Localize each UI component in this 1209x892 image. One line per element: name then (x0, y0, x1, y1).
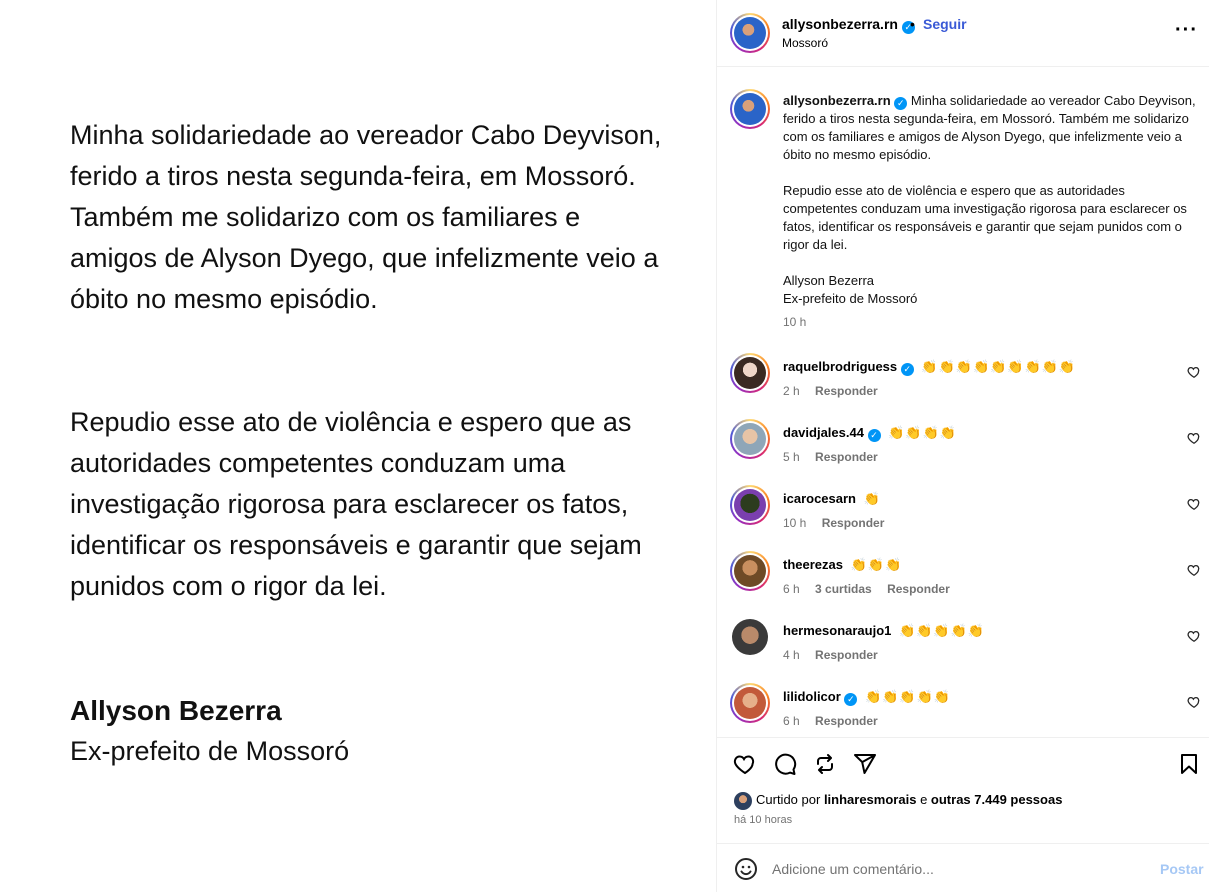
post-header: allysonbezerra.rn ✓ • Seguir Mossoró ··· (717, 0, 1209, 67)
liker-username[interactable]: linharesmorais (824, 792, 917, 807)
comment-item: icarocesarn 👏 10 h Responder (717, 481, 1209, 547)
commenter-avatar[interactable] (730, 617, 770, 657)
comment-bubble-icon[interactable] (773, 752, 797, 776)
comment-like-heart-icon[interactable] (1187, 695, 1201, 709)
comment-like-heart-icon[interactable] (1187, 563, 1201, 577)
comment-input[interactable] (772, 858, 1142, 880)
post-paragraph-2: Repudio esse ato de violência e espero q… (70, 407, 642, 601)
comment-item: theerezas 👏👏👏 6 h 3 curtidas Responder (717, 547, 1209, 613)
comment-body: davidjales.44 ✓ 👏👏👏👏 (783, 424, 957, 442)
verified-badge-icon: ✓ (900, 363, 914, 376)
caption-line-4: Ex-prefeito de Mossoró (783, 291, 918, 306)
comment-item: davidjales.44 ✓ 👏👏👏👏 5 h Responder (717, 415, 1209, 481)
commenter-avatar[interactable] (730, 353, 770, 393)
add-comment-bar: Postar (717, 843, 1209, 892)
caption-line-2: Repudio esse ato de violência e espero q… (783, 183, 1187, 252)
likes-summary: Curtido por linharesmorais e outras 7.44… (734, 791, 1062, 811)
comment-body: lilidolicor ✓ 👏👏👏👏👏 (783, 688, 951, 706)
verified-badge-icon: ✓ (844, 693, 858, 706)
comment-item: hermesonaraujo1 👏👏👏👏👏 4 h Responder (717, 613, 1209, 679)
caption-username[interactable]: allysonbezerra.rn (783, 93, 891, 108)
commenter-username[interactable]: davidjales.44 (783, 425, 864, 440)
post-location[interactable]: Mossoró (782, 35, 828, 51)
commenter-username[interactable]: icarocesarn (783, 491, 856, 506)
reply-button[interactable]: Responder (887, 582, 950, 596)
author-username[interactable]: allysonbezerra.rn ✓ (782, 15, 915, 34)
reply-button[interactable]: Responder (822, 516, 885, 530)
verified-badge-icon: ✓ (867, 429, 881, 442)
comment-text: 👏 (863, 491, 881, 506)
comment-text: 👏👏👏👏 (888, 425, 957, 440)
share-send-icon[interactable] (853, 752, 877, 776)
commenter-avatar[interactable] (730, 485, 770, 525)
likes-others-link[interactable]: outras 7.449 pessoas (931, 792, 1063, 807)
post-comment-button[interactable]: Postar (1160, 861, 1204, 877)
post-signature-name: Allyson Bezerra (70, 695, 282, 726)
comment-meta: 5 h Responder (783, 449, 878, 465)
like-heart-icon[interactable] (733, 752, 757, 776)
reply-button[interactable]: Responder (815, 714, 878, 728)
commenter-username[interactable]: lilidolicor (783, 689, 841, 704)
comment-meta: 6 h 3 curtidas Responder (783, 581, 950, 597)
comment-text: 👏👏👏👏👏 (865, 689, 951, 704)
comment-body: raquelbrodriguess ✓ 👏👏👏👏👏👏👏👏👏 (783, 358, 1076, 376)
commenter-avatar[interactable] (730, 551, 770, 591)
post-signature-role: Ex-prefeito de Mossoró (70, 736, 350, 766)
commenter-username[interactable]: theerezas (783, 557, 843, 572)
comment-body: hermesonaraujo1 👏👏👏👏👏 (783, 622, 985, 639)
emoji-picker-icon[interactable] (734, 857, 758, 881)
reply-button[interactable]: Responder (815, 384, 878, 398)
separator-dot: • (910, 16, 915, 32)
caption-time[interactable]: 10 h (783, 315, 806, 329)
comment-text: 👏👏👏👏👏👏👏👏👏 (921, 359, 1077, 374)
comment-like-heart-icon[interactable] (1187, 497, 1201, 511)
reply-button[interactable]: Responder (815, 450, 878, 464)
comment-time[interactable]: 6 h (783, 582, 800, 596)
comment-item: raquelbrodriguess ✓ 👏👏👏👏👏👏👏👏👏 2 h Respon… (717, 349, 1209, 415)
comment-likes-count[interactable]: 3 curtidas (815, 582, 872, 596)
commenter-avatar[interactable] (730, 419, 770, 459)
comment-meta: 10 h Responder (783, 515, 884, 531)
comment-time[interactable]: 5 h (783, 450, 800, 464)
comment-time[interactable]: 10 h (783, 516, 806, 530)
comment-text: 👏👏👏👏👏 (899, 623, 985, 638)
post-image: Minha solidariedade ao vereador Cabo Dey… (0, 0, 716, 892)
comment-time[interactable]: 4 h (783, 648, 800, 662)
comment-item: lilidolicor ✓ 👏👏👏👏👏 6 h Responder (717, 679, 1209, 745)
bookmark-save-icon[interactable] (1177, 752, 1201, 776)
commenter-username[interactable]: hermesonaraujo1 (783, 623, 891, 638)
comment-like-heart-icon[interactable] (1187, 365, 1201, 379)
reply-button[interactable]: Responder (815, 648, 878, 662)
caption-avatar[interactable] (730, 89, 770, 129)
caption-line-3: Allyson Bezerra (783, 273, 875, 288)
comment-like-heart-icon[interactable] (1187, 629, 1201, 643)
caption-text: allysonbezerra.rn ✓ Minha solidariedade … (783, 92, 1199, 308)
more-options-icon[interactable]: ··· (1175, 20, 1198, 40)
commenter-username[interactable]: raquelbrodriguess (783, 359, 897, 374)
post-date[interactable]: há 10 horas (734, 814, 792, 826)
repost-icon[interactable] (813, 752, 837, 776)
follow-button[interactable]: Seguir (923, 15, 967, 33)
post-actions-bar (717, 737, 1209, 787)
comment-meta: 2 h Responder (783, 383, 878, 399)
comment-body: theerezas 👏👏👏 (783, 556, 902, 573)
author-avatar[interactable] (730, 13, 770, 53)
commenter-avatar[interactable] (730, 683, 770, 723)
liker-avatar[interactable] (734, 791, 752, 810)
comment-text: 👏👏👏 (850, 557, 903, 572)
comment-meta: 6 h Responder (783, 713, 878, 729)
comment-body: icarocesarn 👏 (783, 490, 881, 507)
comment-time[interactable]: 6 h (783, 714, 800, 728)
comment-time[interactable]: 2 h (783, 384, 800, 398)
comment-meta: 4 h Responder (783, 647, 878, 663)
comment-like-heart-icon[interactable] (1187, 431, 1201, 445)
post-side-panel: allysonbezerra.rn ✓ • Seguir Mossoró ···… (716, 0, 1209, 892)
verified-badge-icon: ✓ (894, 97, 908, 110)
post-paragraph-1: Minha solidariedade ao vereador Cabo Dey… (70, 120, 662, 314)
